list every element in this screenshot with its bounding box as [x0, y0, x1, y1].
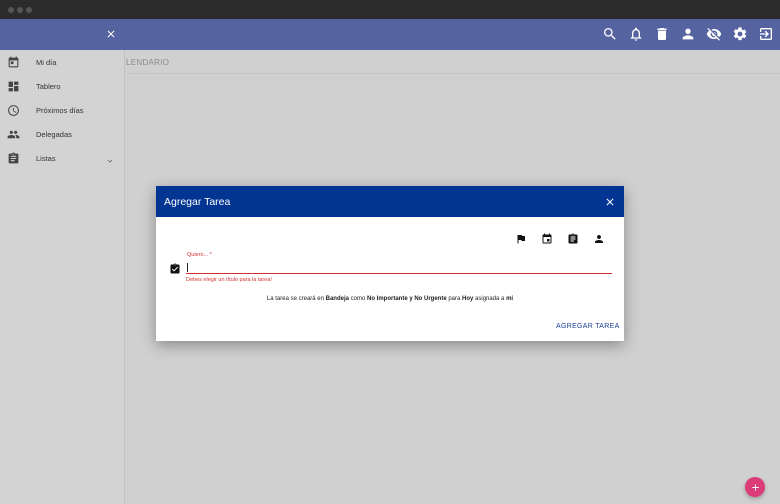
sidebar-item-mi-dia[interactable]: Mi día	[0, 51, 125, 73]
assignment-icon[interactable]	[567, 233, 579, 245]
sidebar-item-label: Listas	[36, 153, 56, 163]
flag-icon[interactable]	[515, 233, 527, 245]
breadcrumb: LENDARIO	[126, 58, 170, 67]
window-close-dot[interactable]	[8, 7, 14, 13]
summary-text: como	[348, 296, 367, 302]
assignee-person-icon[interactable]	[593, 233, 605, 245]
chevron-down-icon[interactable]	[105, 153, 115, 163]
sidebar-item-delegadas[interactable]: Delegadas	[0, 123, 125, 145]
trash-icon[interactable]	[654, 26, 670, 42]
clock-icon	[7, 104, 20, 117]
assignment-turned-in-icon	[169, 262, 181, 274]
task-title-error: Debes elegir un título para la tarea!	[186, 277, 272, 283]
sidebar: Mi día Tablero Próximos días Delegadas L…	[0, 50, 125, 504]
bell-icon[interactable]	[628, 26, 644, 42]
add-task-dialog: Agregar Tarea Quiero... * Debes elegir u…	[156, 186, 624, 341]
summary-inbox: Bandeja	[325, 296, 349, 302]
summary-date: Hoy	[462, 296, 474, 302]
task-summary: La tarea se creará en Bandeja como No Im…	[156, 296, 624, 302]
visibility-off-icon[interactable]	[706, 26, 722, 42]
summary-text: asignada a	[473, 296, 507, 302]
event-icon[interactable]	[541, 233, 553, 245]
settings-icon[interactable]	[732, 26, 748, 42]
sidebar-item-tablero[interactable]: Tablero	[0, 75, 125, 97]
plus-icon	[751, 483, 759, 491]
close-icon[interactable]	[603, 195, 616, 208]
summary-priority: No Importante y No Urgente	[366, 296, 447, 302]
summary-assignee: mi	[506, 296, 514, 302]
add-task-button[interactable]: AGREGAR TAREA	[556, 323, 620, 330]
sidebar-item-proximos-dias[interactable]: Próximos días	[0, 99, 125, 121]
window-minimize-dot[interactable]	[17, 7, 23, 13]
calendar-today-icon	[7, 56, 20, 69]
sidebar-item-listas[interactable]: Listas	[0, 147, 125, 169]
dialog-header: Agregar Tarea	[156, 186, 624, 217]
sidebar-item-label: Delegadas	[36, 129, 72, 139]
list-icon	[7, 152, 20, 165]
task-title-input[interactable]	[186, 260, 612, 274]
window-zoom-dot[interactable]	[26, 7, 32, 13]
breadcrumb-divider	[126, 73, 780, 74]
sidebar-item-label: Mi día	[36, 57, 57, 67]
add-fab-button[interactable]	[745, 477, 765, 497]
summary-text: para	[446, 296, 463, 302]
search-icon[interactable]	[602, 26, 618, 42]
logout-icon[interactable]	[758, 26, 774, 42]
dashboard-icon	[7, 80, 20, 93]
person-icon[interactable]	[680, 26, 696, 42]
close-sidebar-icon[interactable]	[104, 27, 118, 41]
task-title-label: Quiero... *	[187, 252, 212, 258]
window-titlebar	[0, 0, 780, 19]
sidebar-item-label: Tablero	[36, 81, 61, 91]
summary-text: La tarea se creará en	[266, 296, 326, 302]
people-icon	[7, 128, 20, 141]
sidebar-item-label: Próximos días	[36, 105, 84, 115]
text-caret	[187, 263, 188, 272]
dialog-title: Agregar Tarea	[164, 196, 231, 208]
